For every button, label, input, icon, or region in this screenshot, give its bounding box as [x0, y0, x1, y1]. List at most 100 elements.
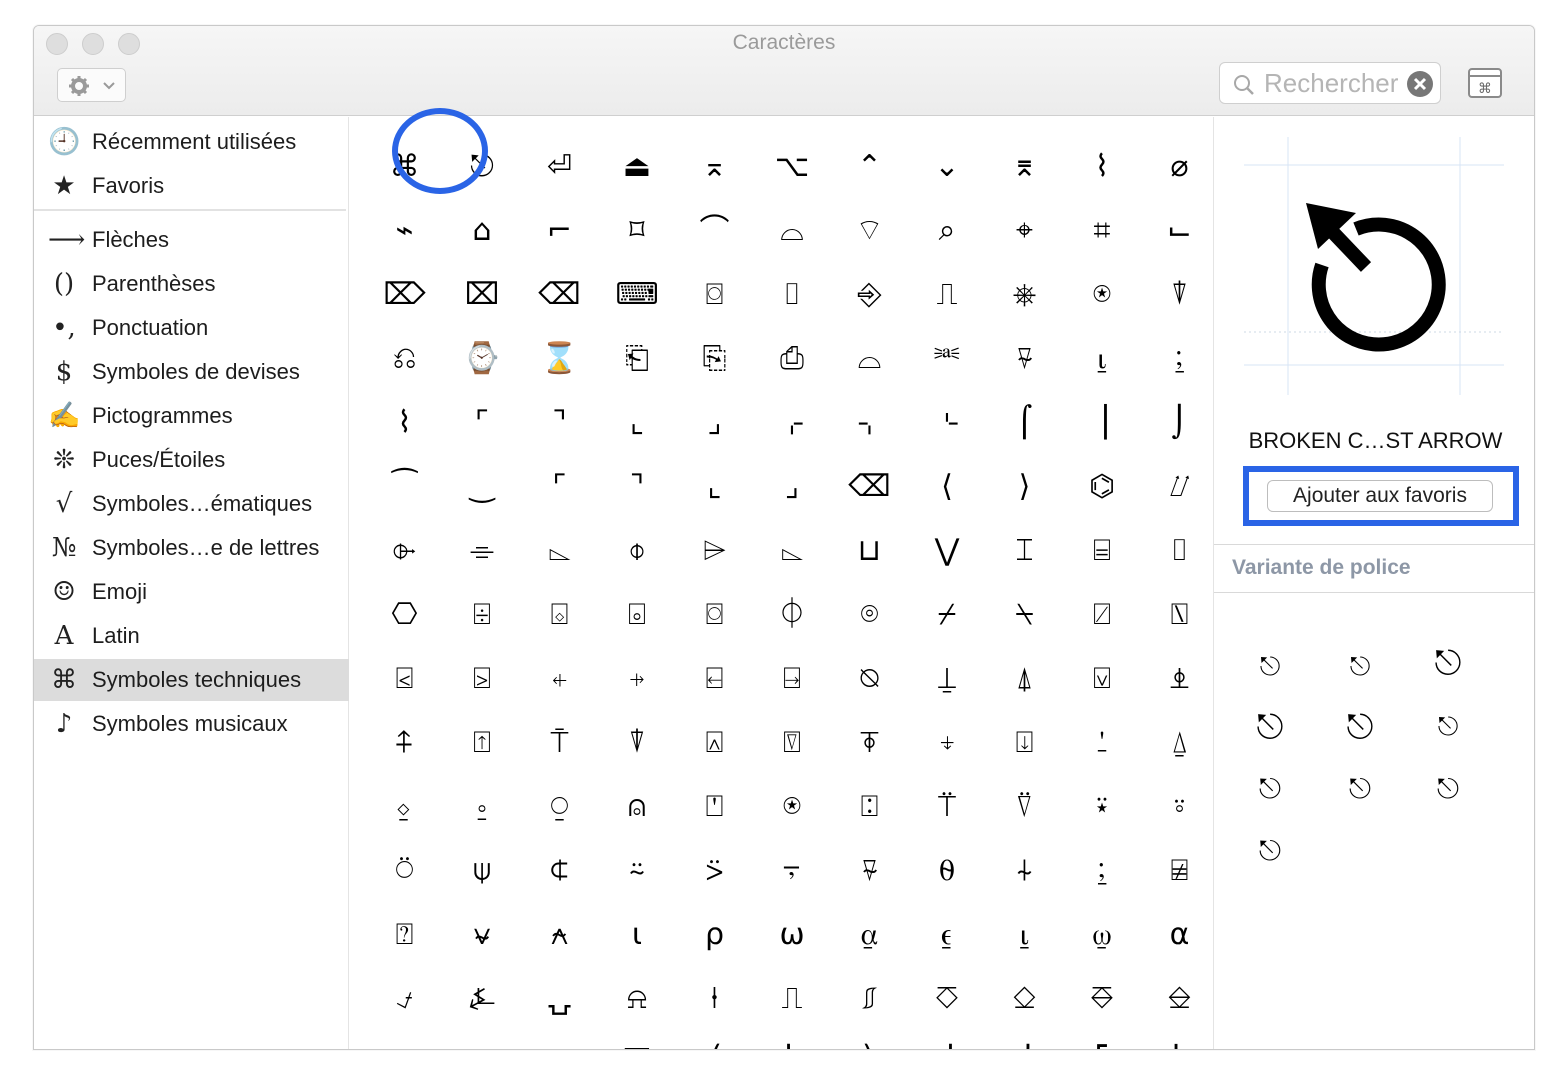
character-cell[interactable]: ⎕: [444, 1031, 521, 1049]
character-cell[interactable]: ⎖: [521, 1031, 598, 1049]
character-cell[interactable]: ⍮: [1141, 327, 1218, 391]
character-cell[interactable]: ⍇: [676, 647, 753, 711]
character-cell[interactable]: ⍚: [366, 775, 443, 839]
character-cell[interactable]: ⎥: [1064, 391, 1141, 455]
character-cell[interactable]: ⎐: [986, 967, 1063, 1031]
search-field[interactable]: [1219, 62, 1441, 104]
character-cell[interactable]: ⍑: [521, 711, 598, 775]
character-cell[interactable]: ⍸: [986, 903, 1063, 967]
character-cell[interactable]: ⍯: [1141, 839, 1218, 903]
character-cell[interactable]: ⌝: [599, 455, 676, 519]
character-cell[interactable]: ⌇: [1064, 135, 1141, 199]
character-cell[interactable]: ⎌: [366, 327, 443, 391]
character-cell[interactable]: ⎯: [366, 1031, 443, 1049]
character-cell[interactable]: ⍦: [444, 839, 521, 903]
character-cell[interactable]: ⍒: [1141, 263, 1218, 327]
character-cell[interactable]: ⌾: [831, 583, 908, 647]
character-cell[interactable]: ⍢: [986, 775, 1063, 839]
character-cell[interactable]: ⌍: [831, 391, 908, 455]
character-cell[interactable]: ⍩: [676, 839, 753, 903]
character-cell[interactable]: ⌗: [1064, 199, 1141, 263]
character-cell[interactable]: ⌛: [521, 327, 598, 391]
character-cell[interactable]: ⍌: [1064, 647, 1141, 711]
character-cell[interactable]: ⌚: [444, 327, 521, 391]
character-cell[interactable]: ⌌: [754, 391, 831, 455]
character-cell[interactable]: ⍲: [521, 903, 598, 967]
character-cell[interactable]: ⍝: [599, 775, 676, 839]
character-cell[interactable]: ⎔: [366, 583, 443, 647]
sidebar-item-bullets-stars[interactable]: ❊ Puces/Étoiles: [34, 439, 349, 481]
character-cell[interactable]: ⍱: [444, 903, 521, 967]
character-cell[interactable]: ⍥: [366, 839, 443, 903]
character-cell[interactable]: ⌝: [521, 391, 598, 455]
character-cell[interactable]: ⍻: [366, 967, 443, 1031]
character-cell[interactable]: ⌁: [366, 199, 443, 263]
character-cell[interactable]: ⌙: [1141, 199, 1218, 263]
character-cell[interactable]: ⟩: [986, 455, 1063, 519]
character-cell[interactable]: ⍭: [986, 839, 1063, 903]
font-variant-item[interactable]: ⎋: [1330, 697, 1390, 757]
character-cell[interactable]: ⎣: [1141, 1031, 1218, 1049]
character-cell[interactable]: ⏎: [521, 135, 598, 199]
sidebar-item-latin[interactable]: A Latin: [34, 615, 349, 657]
character-cell[interactable]: ⍴: [676, 903, 753, 967]
character-cell[interactable]: ⍄: [444, 647, 521, 711]
character-cell[interactable]: ⍕: [831, 711, 908, 775]
character-cell[interactable]: ⌟: [754, 455, 831, 519]
character-cell[interactable]: ⌜: [444, 391, 521, 455]
character-cell[interactable]: ⌀: [1141, 135, 1218, 199]
character-cell[interactable]: ⍓: [676, 711, 753, 775]
character-cell[interactable]: ⍨: [599, 839, 676, 903]
character-cell[interactable]: ⍅: [521, 647, 598, 711]
character-cell[interactable]: ⏏: [599, 135, 676, 199]
sidebar-item-musical[interactable]: ♪ Symboles musicaux: [34, 703, 349, 745]
character-cell[interactable]: ⍰: [366, 903, 443, 967]
character-cell[interactable]: ⌽: [599, 519, 676, 583]
character-cell[interactable]: ⎍: [909, 263, 986, 327]
character-cell[interactable]: ⍘: [1064, 711, 1141, 775]
character-cell[interactable]: ⌂: [444, 199, 521, 263]
font-variant-item[interactable]: ⎋: [1418, 759, 1478, 819]
character-cell[interactable]: ⍎: [1141, 647, 1218, 711]
sidebar-item-parentheses[interactable]: () Parenthèses: [34, 263, 349, 305]
character-cell[interactable]: ⌓: [831, 327, 908, 391]
character-cell[interactable]: ⌠: [986, 391, 1063, 455]
character-cell[interactable]: ⍫: [831, 839, 908, 903]
character-cell[interactable]: ⎙: [754, 327, 831, 391]
character-cell[interactable]: ⎍: [754, 967, 831, 1031]
character-cell[interactable]: ⌼: [676, 583, 753, 647]
character-cell[interactable]: ⌖: [986, 199, 1063, 263]
character-cell[interactable]: ⍠: [831, 775, 908, 839]
character-cell[interactable]: ⍹: [1064, 903, 1141, 967]
character-cell[interactable]: ⌷: [1141, 519, 1218, 583]
character-cell[interactable]: ⌧: [444, 263, 521, 327]
character-cell[interactable]: ⎆: [831, 263, 908, 327]
character-cell[interactable]: ⍏: [366, 711, 443, 775]
character-cell[interactable]: ⍒: [599, 711, 676, 775]
character-cell[interactable]: ⍵: [754, 903, 831, 967]
font-variant-item[interactable]: ⎋: [1330, 759, 1390, 819]
character-cell[interactable]: ⌿: [909, 583, 986, 647]
character-cell[interactable]: ⌰: [1141, 455, 1218, 519]
character-cell[interactable]: ⍣: [1064, 775, 1141, 839]
character-cell[interactable]: ⌟: [676, 391, 753, 455]
character-cell[interactable]: ⍐: [444, 711, 521, 775]
font-variant-item[interactable]: ⎋: [1240, 697, 1300, 757]
character-cell[interactable]: ⎈: [986, 263, 1063, 327]
character-cell[interactable]: ⎡: [1064, 1031, 1141, 1049]
sidebar-item-math[interactable]: √ Symboles…ématiques: [34, 483, 349, 525]
character-cell[interactable]: ⌇: [366, 391, 443, 455]
character-cell[interactable]: ⌳: [754, 519, 831, 583]
character-cell[interactable]: ⍳: [599, 903, 676, 967]
character-cell[interactable]: ⍁: [1064, 583, 1141, 647]
character-cell[interactable]: ⍋: [986, 647, 1063, 711]
character-viewer-toggle[interactable]: ⌘: [1468, 68, 1502, 98]
character-cell[interactable]: ⍈: [754, 647, 831, 711]
character-cell[interactable]: ⍞: [676, 775, 753, 839]
character-cell[interactable]: ⌸: [1064, 519, 1141, 583]
character-cell[interactable]: ⍤: [1141, 775, 1218, 839]
character-cell[interactable]: ⍗: [986, 711, 1063, 775]
character-cell[interactable]: ⟨: [909, 455, 986, 519]
character-cell[interactable]: ⍃: [366, 647, 443, 711]
font-variant-item[interactable]: ⎋: [1240, 821, 1300, 881]
